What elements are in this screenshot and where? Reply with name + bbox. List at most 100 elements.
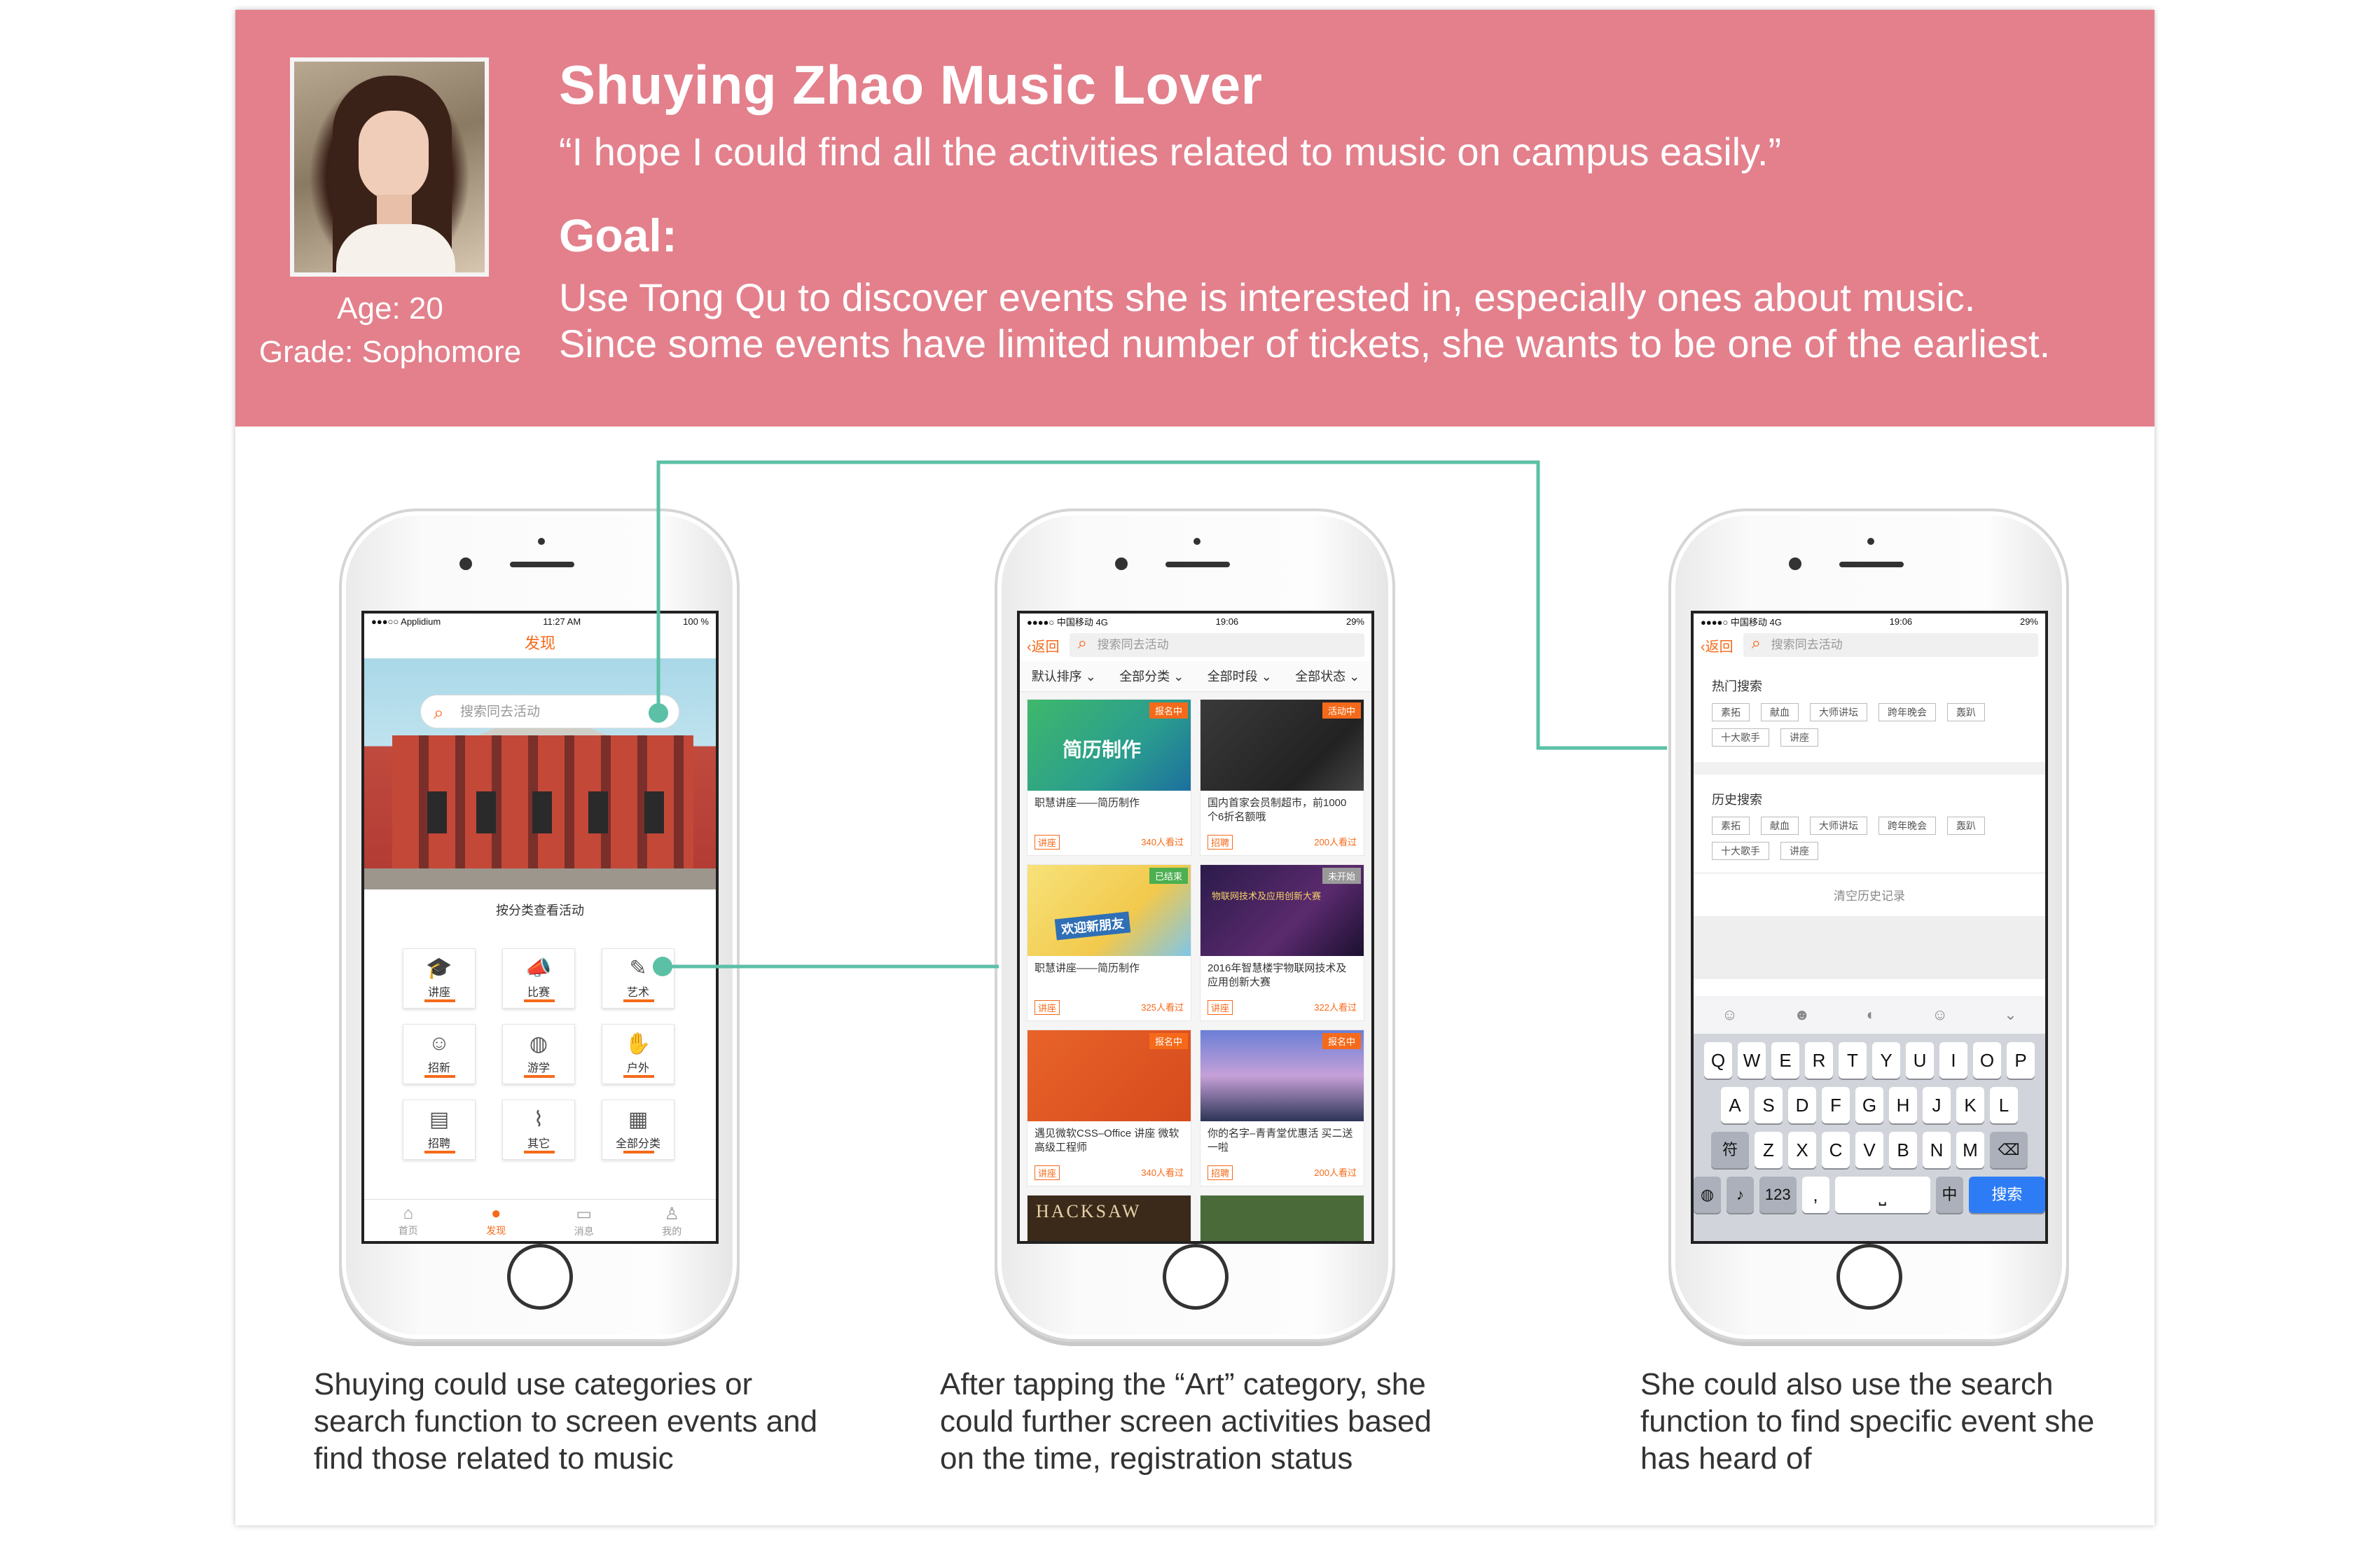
search-tag[interactable]: 献血 <box>1761 703 1799 721</box>
activity-card[interactable]: 欢迎新朋友 已结束 职慧讲座——简历制作 讲座 325人看过 <box>1027 864 1191 1021</box>
filter-category[interactable]: 全部分类 ⌄ <box>1119 661 1184 691</box>
key[interactable]: R <box>1805 1042 1833 1079</box>
search-tag[interactable]: 素拓 <box>1712 703 1750 721</box>
tab-messages[interactable]: ▭ 消息 <box>574 1204 594 1241</box>
comma-key[interactable]: , <box>1801 1177 1829 1213</box>
history-tag[interactable]: 大师讲坛 <box>1810 817 1867 835</box>
activity-card[interactable]: 简历制作 报名中 职慧讲座——简历制作 讲座 340人看过 <box>1027 699 1191 856</box>
history-tag[interactable]: 讲座 <box>1780 842 1818 860</box>
job-icon: ▤ <box>429 1108 450 1131</box>
key[interactable]: V <box>1855 1132 1883 1168</box>
search-input[interactable]: 搜索同去活动 <box>1069 632 1364 657</box>
category-other[interactable]: ⌇ 其它 <box>502 1100 575 1160</box>
search-input[interactable]: 搜索同去活动 <box>420 695 679 729</box>
key[interactable]: N <box>1923 1132 1951 1168</box>
persona-age: Age: 20 <box>337 291 443 326</box>
search-tag[interactable]: 十大歌手 <box>1712 728 1769 747</box>
category-all[interactable]: ▦ 全部分类 <box>602 1100 674 1160</box>
category-lecture[interactable]: 🎓 讲座 <box>403 948 476 1009</box>
home-button[interactable] <box>507 1244 573 1310</box>
search-tag[interactable]: 轰趴 <box>1947 703 1985 721</box>
language-key[interactable]: 中 <box>1935 1177 1963 1213</box>
chevron-left-icon: ‹ <box>1027 639 1032 655</box>
filter-time[interactable]: 全部时段 ⌄ <box>1208 661 1272 691</box>
history-tag[interactable]: 跨年晚会 <box>1879 817 1936 835</box>
key[interactable]: O <box>1973 1042 2001 1079</box>
activity-card[interactable]: 报名中 你的名字–青青堂优惠活 买二送一啦 招聘 200人看过 <box>1200 1030 1364 1186</box>
symbol-key[interactable]: 符 <box>1711 1132 1749 1168</box>
back-button[interactable]: ‹返回 <box>1027 635 1060 656</box>
key[interactable]: H <box>1889 1087 1917 1123</box>
key[interactable]: G <box>1855 1087 1883 1123</box>
key[interactable]: A <box>1721 1087 1749 1123</box>
key[interactable]: E <box>1771 1042 1799 1079</box>
activity-card[interactable]: 活动中 国内首家会员制超市，前1000个6折名额哦 招聘 200人看过 <box>1200 699 1364 856</box>
key[interactable]: J <box>1923 1087 1951 1123</box>
key[interactable]: W <box>1738 1042 1766 1079</box>
activity-card[interactable]: 物联网技术及应用创新大赛 未开始 2016年智慧楼宇物联网技术及应用创新大赛 讲… <box>1200 864 1364 1021</box>
history-tag[interactable]: 素拓 <box>1712 817 1750 835</box>
tab-profile[interactable]: ♙ 我的 <box>662 1204 682 1241</box>
key[interactable]: B <box>1889 1132 1917 1168</box>
key[interactable]: U <box>1906 1042 1934 1079</box>
goal-text: Use Tong Qu to discover events she is in… <box>559 275 2142 367</box>
home-button[interactable] <box>1836 1244 1902 1310</box>
search-input[interactable]: 搜索同去活动 <box>1743 632 2038 657</box>
history-tag[interactable]: 轰趴 <box>1947 817 1985 835</box>
caption-step-2: After tapping the “Art” category, she co… <box>940 1367 1432 1476</box>
category-competition[interactable]: 📣 比赛 <box>502 948 575 1009</box>
mic-key[interactable]: ♪ <box>1726 1177 1754 1213</box>
activity-card[interactable]: HACKSAW <box>1027 1195 1191 1241</box>
key[interactable]: Y <box>1872 1042 1900 1079</box>
key[interactable]: C <box>1822 1132 1850 1168</box>
persona-quote: “I hope I could find all the activities … <box>559 130 1782 174</box>
chevron-down-icon[interactable]: ⌄ <box>2004 1006 2016 1024</box>
category-outdoor[interactable]: ✋ 户外 <box>602 1024 674 1084</box>
activity-card[interactable] <box>1200 1195 1364 1241</box>
key[interactable]: M <box>1956 1132 1984 1168</box>
key[interactable]: Z <box>1755 1132 1783 1168</box>
key[interactable]: X <box>1788 1132 1816 1168</box>
emoji-icon[interactable]: ☺ <box>1722 1006 1737 1024</box>
search-key[interactable]: 搜索 <box>1968 1177 2045 1213</box>
tab-home[interactable]: ⌂ 首页 <box>399 1204 418 1241</box>
home-button[interactable] <box>1163 1244 1229 1310</box>
space-key[interactable]: ⎵ <box>1834 1177 1930 1213</box>
globe-key[interactable]: ◍ <box>1694 1177 1721 1213</box>
back-button[interactable]: ‹返回 <box>1701 635 1734 656</box>
category-recruit[interactable]: ☺ 招新 <box>403 1024 476 1084</box>
goal-line: Use Tong Qu to discover events she is in… <box>559 275 1976 319</box>
emoji-icon[interactable]: ◐ <box>1867 1006 1876 1024</box>
emoji-icon[interactable]: ☻ <box>1794 1006 1810 1024</box>
history-tag[interactable]: 十大歌手 <box>1712 842 1769 860</box>
key[interactable]: P <box>2007 1042 2035 1079</box>
globe-icon: ◍ <box>1700 1186 1715 1203</box>
activity-card[interactable]: 报名中 遇见微软CSS–Office 讲座 微软高级工程师 讲座 340人看过 <box>1027 1030 1191 1186</box>
key[interactable]: L <box>1990 1087 2018 1123</box>
history-tag[interactable]: 献血 <box>1761 817 1799 835</box>
search-tag[interactable]: 跨年晚会 <box>1879 703 1936 721</box>
key[interactable]: D <box>1788 1087 1816 1123</box>
status-badge: 报名中 <box>1149 1033 1188 1049</box>
key[interactable]: I <box>1939 1042 1967 1079</box>
clip-icon: ⌇ <box>533 1108 544 1131</box>
key[interactable]: S <box>1755 1087 1783 1123</box>
category-art[interactable]: ✎ 艺术 <box>602 948 674 1009</box>
key[interactable]: Q <box>1704 1042 1732 1079</box>
search-tag[interactable]: 大师讲坛 <box>1810 703 1867 721</box>
key[interactable]: K <box>1956 1087 1984 1123</box>
status-bar: ●●●○○ Applidium 11:27 AM 100 % <box>371 616 709 627</box>
number-key[interactable]: 123 <box>1759 1177 1797 1213</box>
emoji-icon[interactable]: ☺ <box>1932 1006 1947 1024</box>
key[interactable]: F <box>1822 1087 1850 1123</box>
category-study-tour[interactable]: ◍ 游学 <box>502 1024 575 1084</box>
tab-discover[interactable]: ● 发现 <box>486 1204 506 1241</box>
category-job[interactable]: ▤ 招聘 <box>403 1100 476 1160</box>
filter-sort[interactable]: 默认排序 ⌄ <box>1032 661 1096 691</box>
key[interactable]: T <box>1839 1042 1867 1079</box>
filter-status[interactable]: 全部状态 ⌄ <box>1295 661 1359 691</box>
backspace-key[interactable]: ⌫ <box>1990 1132 2028 1168</box>
keyboard: ☺ ☻ ◐ ☺ ⌄ QWERTYUIOP ASDFGHJKL 符 ZXCVBNM ⌫ ◍… <box>1694 996 2045 1241</box>
search-tag[interactable]: 讲座 <box>1780 728 1818 747</box>
clear-history-button[interactable]: 清空历史记录 <box>1694 873 2045 916</box>
